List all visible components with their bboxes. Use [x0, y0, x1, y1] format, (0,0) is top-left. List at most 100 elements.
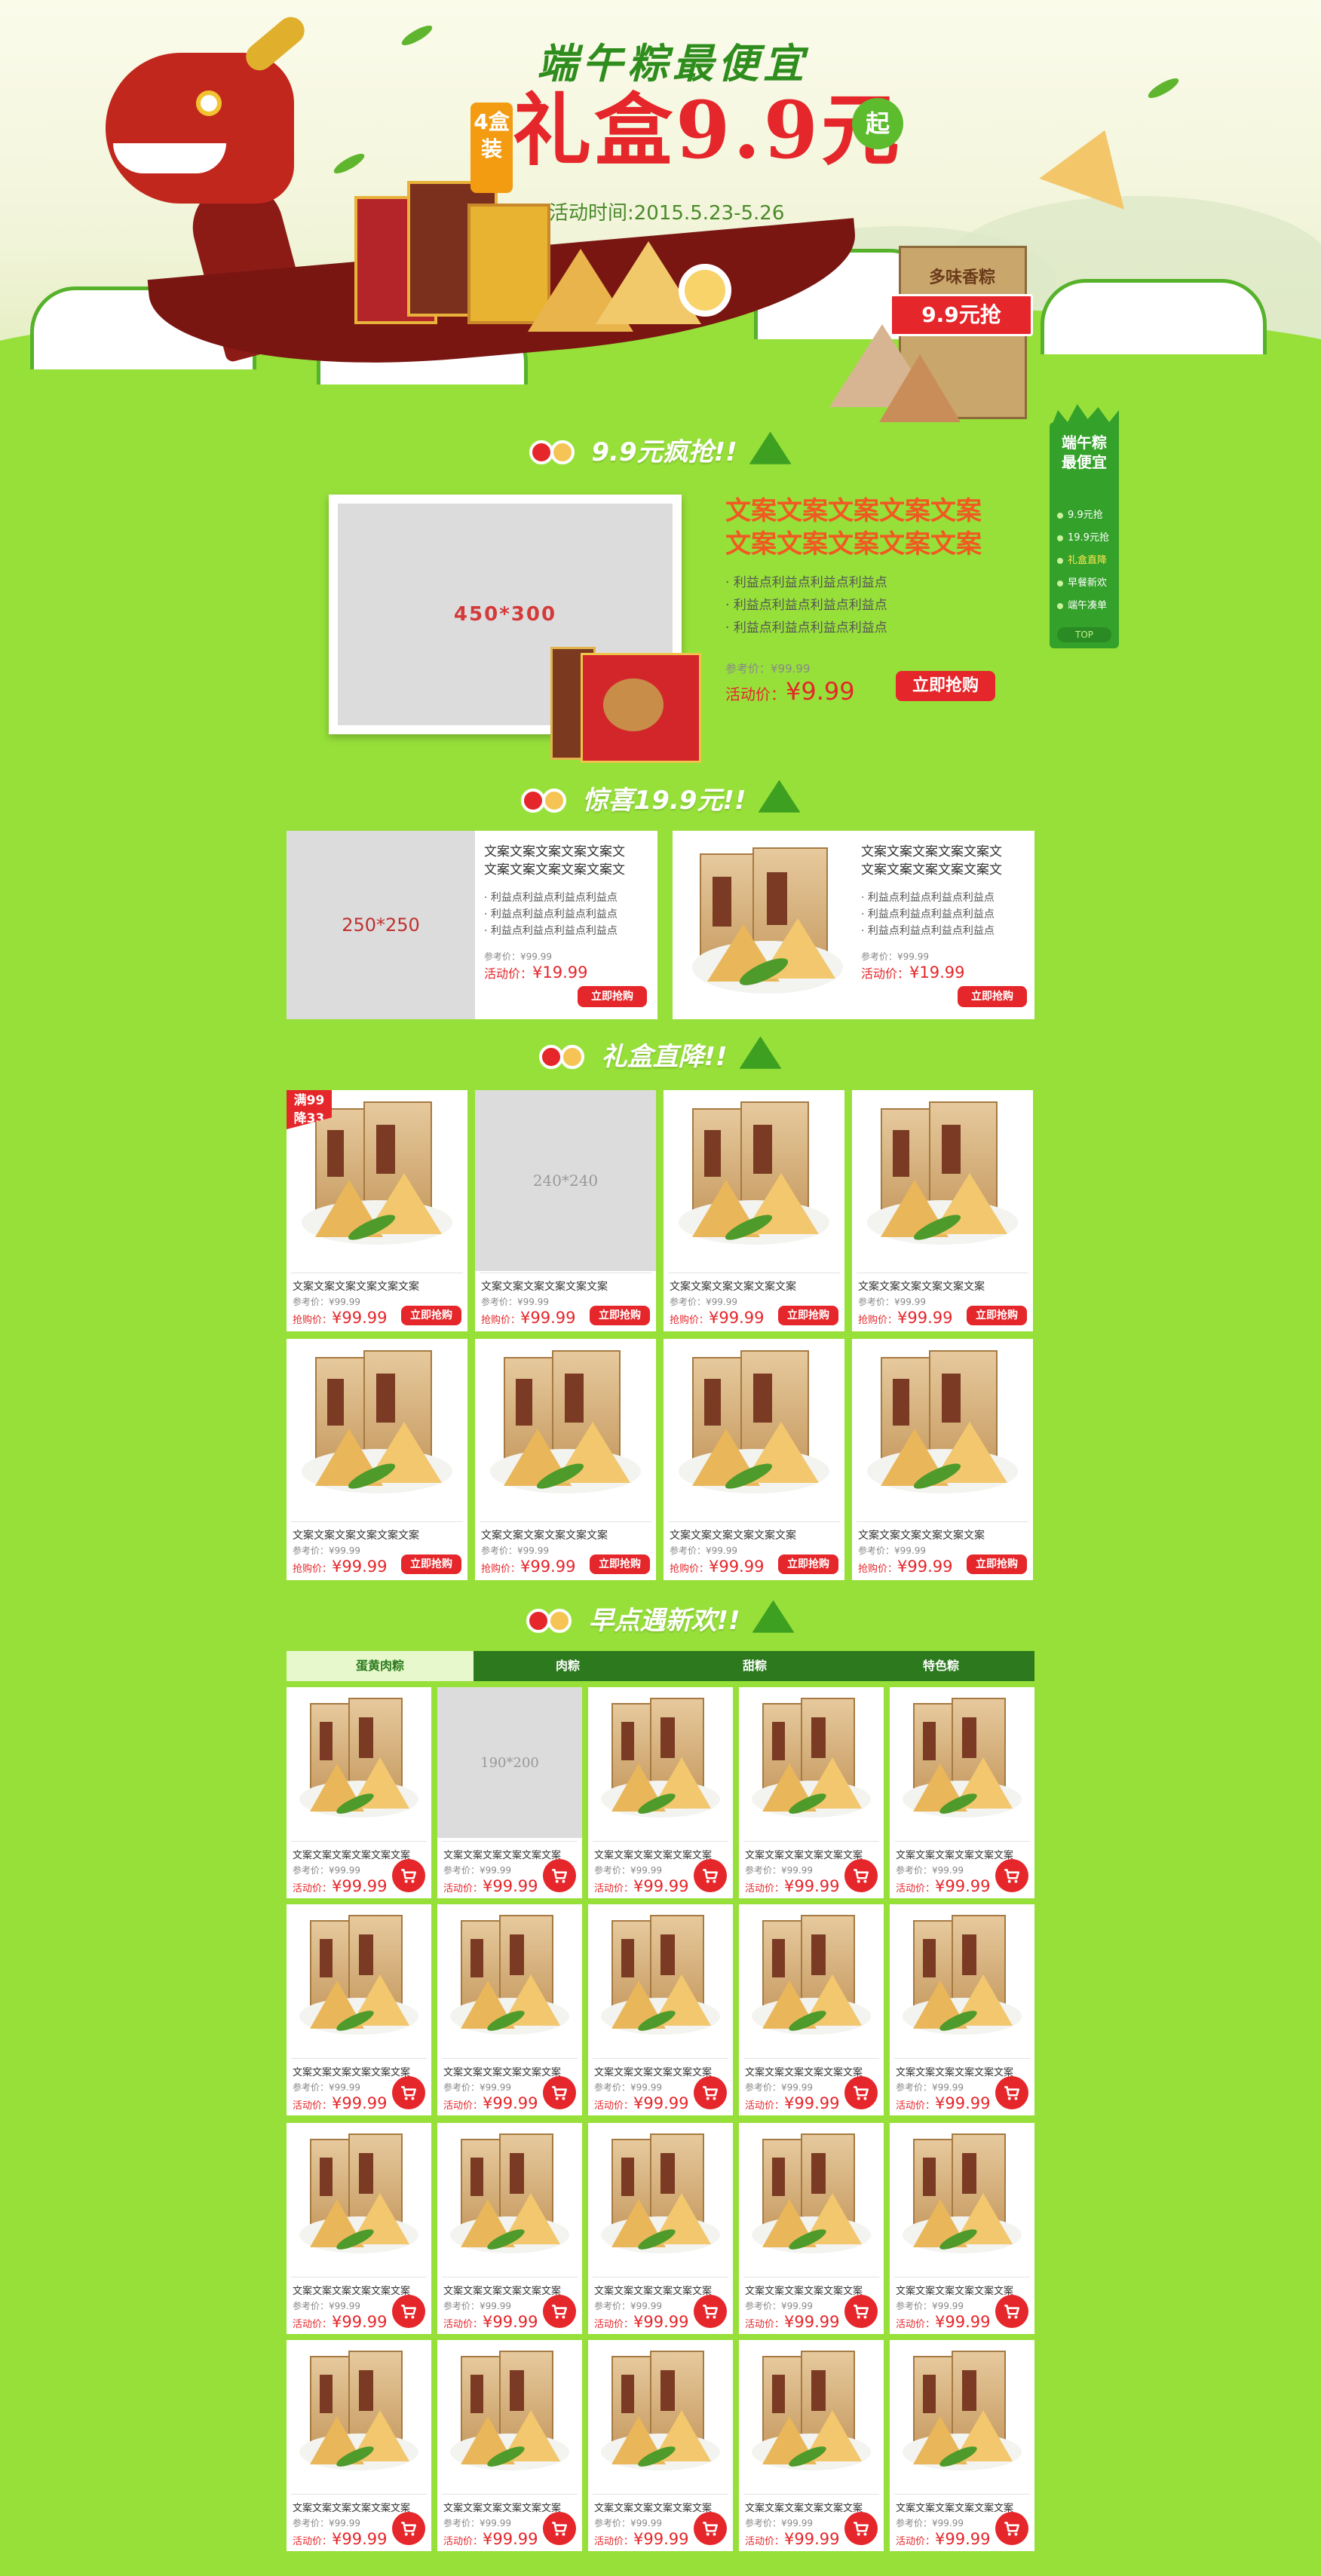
giftbox-card[interactable]: 满99降33 文案文案文案文案文案文案 参考价：¥99.99 抢购价：¥99.99 立即…	[287, 1090, 467, 1331]
duo-image-placeholder[interactable]: 250*250	[287, 831, 475, 1019]
product-image[interactable]	[593, 2345, 728, 2488]
product-image[interactable]	[857, 1343, 1028, 1514]
product-image[interactable]	[857, 1095, 1028, 1265]
add-to-cart-button[interactable]	[392, 1859, 425, 1892]
duo-product-image[interactable]	[685, 843, 851, 1009]
giftbox-card[interactable]: 文案文案文案文案文案文案 参考价：¥99.99 抢购价：¥99.99 立即抢购	[287, 1339, 467, 1580]
giftbox-buy-button[interactable]: 立即抢购	[967, 1306, 1027, 1325]
add-to-cart-button[interactable]	[392, 2076, 425, 2109]
breakfast-card[interactable]: 文案文案文案文案文案文案 参考价：¥99.99 活动价：¥99.99	[287, 1687, 431, 1898]
side-nav-item-giftbox[interactable]: 礼盒直降	[1057, 552, 1117, 566]
breakfast-card[interactable]: 文案文案文案文案文案文案 参考价：¥99.99 活动价：¥99.99	[588, 2340, 733, 2551]
product-image[interactable]	[743, 2127, 879, 2271]
product-image[interactable]	[442, 1909, 578, 2052]
add-to-cart-button[interactable]	[694, 2076, 727, 2109]
product-image[interactable]	[743, 1909, 879, 2052]
product-image[interactable]	[743, 2345, 879, 2488]
giftbox-buy-button[interactable]: 立即抢购	[590, 1306, 650, 1325]
product-image[interactable]	[593, 2127, 728, 2271]
giftbox-buy-button[interactable]: 立即抢购	[401, 1306, 461, 1325]
add-to-cart-button[interactable]	[392, 2512, 425, 2545]
product-image[interactable]	[291, 1343, 463, 1514]
giftbox-buy-button[interactable]: 立即抢购	[778, 1554, 838, 1574]
breakfast-card[interactable]: 文案文案文案文案文案文案 参考价：¥99.99 活动价：¥99.99	[890, 2123, 1034, 2334]
add-to-cart-button[interactable]	[995, 2512, 1028, 2545]
product-image[interactable]	[593, 1692, 728, 1835]
add-to-cart-button[interactable]	[543, 2295, 576, 2328]
breakfast-image-placeholder[interactable]: 190*200	[437, 1687, 582, 1838]
product-image[interactable]	[593, 1909, 728, 2052]
breakfast-card[interactable]: 文案文案文案文案文案文案 参考价：¥99.99 活动价：¥99.99	[287, 2123, 431, 2334]
add-to-cart-button[interactable]	[995, 2295, 1028, 2328]
breakfast-card[interactable]: 文案文案文案文案文案文案 参考价：¥99.99 活动价：¥99.99	[437, 2123, 582, 2334]
product-image[interactable]	[894, 2345, 1030, 2488]
tab-egg-meat[interactable]: 蛋黄肉粽	[287, 1651, 474, 1681]
duo-buy-button[interactable]: 立即抢购	[578, 986, 647, 1007]
giftbox-buy-button[interactable]: 立即抢购	[967, 1554, 1027, 1574]
add-to-cart-button[interactable]	[694, 2295, 727, 2328]
breakfast-card[interactable]: 文案文案文案文案文案文案 参考价：¥99.99 活动价：¥99.99	[588, 1904, 733, 2115]
product-image[interactable]	[291, 2345, 427, 2488]
product-image[interactable]	[668, 1095, 840, 1265]
product-image[interactable]	[668, 1343, 840, 1514]
breakfast-card[interactable]: 文案文案文案文案文案文案 参考价：¥99.99 活动价：¥99.99	[890, 2340, 1034, 2551]
product-image[interactable]	[291, 2127, 427, 2271]
duo-product-card[interactable]: 文案文案文案文案文案文 文案文案文案文案文案文 · 利益点利益点利益点利益点 ·…	[673, 831, 1034, 1019]
product-image[interactable]	[894, 1692, 1030, 1835]
product-image[interactable]	[743, 1692, 879, 1835]
side-nav-item-99[interactable]: 9.9元抢	[1057, 507, 1117, 521]
breakfast-card[interactable]: 文案文案文案文案文案文案 参考价：¥99.99 活动价：¥99.99	[287, 2340, 431, 2551]
add-to-cart-button[interactable]	[694, 2512, 727, 2545]
side-nav-item-bundle[interactable]: 端午凑单	[1057, 597, 1117, 611]
add-to-cart-button[interactable]	[844, 1859, 878, 1892]
product-image[interactable]	[442, 2345, 578, 2488]
duo-buy-button[interactable]: 立即抢购	[958, 986, 1027, 1007]
tab-meat[interactable]: 肉粽	[474, 1651, 662, 1681]
product-image[interactable]	[480, 1343, 651, 1514]
breakfast-card[interactable]: 文案文案文案文案文案文案 参考价：¥99.99 活动价：¥99.99	[287, 1904, 431, 2115]
breakfast-card[interactable]: 文案文案文案文案文案文案 参考价：¥99.99 活动价：¥99.99	[588, 2123, 733, 2334]
tab-sweet[interactable]: 甜粽	[662, 1651, 847, 1681]
back-to-top-button[interactable]: TOP	[1057, 627, 1111, 642]
giftbox-card[interactable]: 文案文案文案文案文案文案 参考价：¥99.99 抢购价：¥99.99 立即抢购	[852, 1090, 1033, 1331]
side-nav-item-breakfast[interactable]: 早餐新欢	[1057, 574, 1117, 589]
breakfast-card[interactable]: 文案文案文案文案文案文案 参考价：¥99.99 活动价：¥99.99	[890, 1687, 1034, 1898]
giftbox-buy-button[interactable]: 立即抢购	[401, 1554, 461, 1574]
breakfast-card[interactable]: 文案文案文案文案文案文案 参考价：¥99.99 活动价：¥99.99	[739, 1687, 884, 1898]
side-nav-item-199[interactable]: 19.9元抢	[1057, 529, 1117, 544]
add-to-cart-button[interactable]	[694, 1859, 727, 1892]
giftbox-image-placeholder[interactable]: 240*240	[475, 1090, 656, 1271]
product-image[interactable]	[442, 2127, 578, 2271]
giftbox-card[interactable]: 文案文案文案文案文案文案 参考价：¥99.99 抢购价：¥99.99 立即抢购	[664, 1339, 844, 1580]
add-to-cart-button[interactable]	[844, 2076, 878, 2109]
product-image[interactable]	[894, 1909, 1030, 2052]
giftbox-card[interactable]: 文案文案文案文案文案文案 参考价：¥99.99 抢购价：¥99.99 立即抢购	[852, 1339, 1033, 1580]
giftbox-card[interactable]: 文案文案文案文案文案文案 参考价：¥99.99 抢购价：¥99.99 立即抢购	[664, 1090, 844, 1331]
add-to-cart-button[interactable]	[995, 2076, 1028, 2109]
giftbox-buy-button[interactable]: 立即抢购	[590, 1554, 650, 1574]
product-image[interactable]	[894, 2127, 1030, 2271]
product-image[interactable]	[291, 1692, 427, 1835]
breakfast-card[interactable]: 文案文案文案文案文案文案 参考价：¥99.99 活动价：¥99.99	[890, 1904, 1034, 2115]
giftbox-buy-button[interactable]: 立即抢购	[778, 1306, 838, 1325]
add-to-cart-button[interactable]	[844, 2512, 878, 2545]
feature-buy-button[interactable]: 立即抢购	[896, 671, 995, 701]
giftbox-card[interactable]: 240*240 文案文案文案文案文案文案 参考价：¥99.99 抢购价：¥99.99 立…	[475, 1090, 656, 1331]
add-to-cart-button[interactable]	[995, 1859, 1028, 1892]
add-to-cart-button[interactable]	[844, 2295, 878, 2328]
breakfast-card[interactable]: 文案文案文案文案文案文案 参考价：¥99.99 活动价：¥99.99	[437, 2340, 582, 2551]
add-to-cart-button[interactable]	[543, 2512, 576, 2545]
breakfast-card[interactable]: 文案文案文案文案文案文案 参考价：¥99.99 活动价：¥99.99	[739, 2340, 884, 2551]
add-to-cart-button[interactable]	[392, 2295, 425, 2328]
breakfast-card[interactable]: 文案文案文案文案文案文案 参考价：¥99.99 活动价：¥99.99	[739, 2123, 884, 2334]
product-image[interactable]	[291, 1909, 427, 2052]
giftbox-card[interactable]: 文案文案文案文案文案文案 参考价：¥99.99 抢购价：¥99.99 立即抢购	[475, 1339, 656, 1580]
duo-product-card[interactable]: 250*250 文案文案文案文案文案文 文案文案文案文案文案文 · 利益点利益点…	[287, 831, 657, 1019]
breakfast-card[interactable]: 文案文案文案文案文案文案 参考价：¥99.99 活动价：¥99.99	[588, 1687, 733, 1898]
add-to-cart-button[interactable]	[543, 2076, 576, 2109]
tab-special[interactable]: 特色粽	[847, 1651, 1034, 1681]
breakfast-card[interactable]: 190*200 文案文案文案文案文案文案 参考价：¥99.99 活动价：¥99.99	[437, 1687, 582, 1898]
breakfast-card[interactable]: 文案文案文案文案文案文案 参考价：¥99.99 活动价：¥99.99	[437, 1904, 582, 2115]
breakfast-card[interactable]: 文案文案文案文案文案文案 参考价：¥99.99 活动价：¥99.99	[739, 1904, 884, 2115]
add-to-cart-button[interactable]	[543, 1859, 576, 1892]
